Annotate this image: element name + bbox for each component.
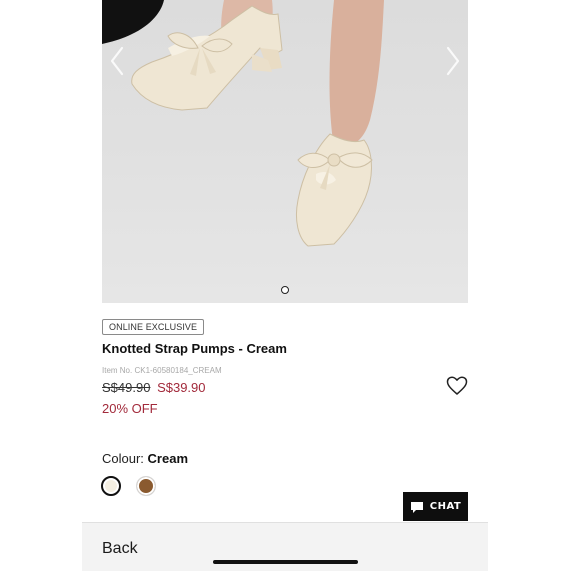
chevron-right-icon — [446, 46, 460, 76]
gallery-pagination — [102, 286, 468, 294]
sale-price: S$39.90 — [157, 380, 206, 395]
back-button[interactable]: Back — [102, 540, 138, 558]
item-number: Item No. CK1-60580184_CREAM — [102, 366, 222, 375]
colour-label: Colour: — [102, 451, 144, 466]
previous-image-arrow[interactable] — [106, 44, 130, 78]
selected-colour-name: Cream — [147, 451, 189, 466]
product-image-gallery[interactable] — [102, 0, 468, 303]
next-image-arrow[interactable] — [440, 44, 464, 78]
wishlist-button[interactable] — [446, 376, 468, 396]
chat-button[interactable]: CHAT — [403, 492, 468, 521]
bottom-navigation-bar: Back — [82, 522, 488, 571]
online-exclusive-badge: ONLINE EXCLUSIVE — [102, 319, 205, 335]
discount-label: 20% OFF — [102, 401, 158, 416]
price-row: S$49.90 S$39.90 — [102, 380, 206, 396]
heart-icon — [446, 376, 468, 395]
product-title: Knotted Strap Pumps - Cream — [102, 341, 287, 356]
chat-bubble-icon — [410, 501, 423, 513]
home-indicator[interactable] — [213, 560, 358, 564]
gallery-dot-active[interactable] — [281, 286, 289, 294]
colour-swatch-brown[interactable] — [136, 476, 156, 496]
colour-swatch-cream[interactable] — [101, 476, 121, 496]
product-photo — [102, 0, 384, 247]
chat-label: CHAT — [429, 501, 462, 512]
colour-selector-label: Colour: Cream — [102, 451, 188, 466]
original-price: S$49.90 — [102, 380, 151, 395]
chevron-left-icon — [110, 46, 124, 76]
